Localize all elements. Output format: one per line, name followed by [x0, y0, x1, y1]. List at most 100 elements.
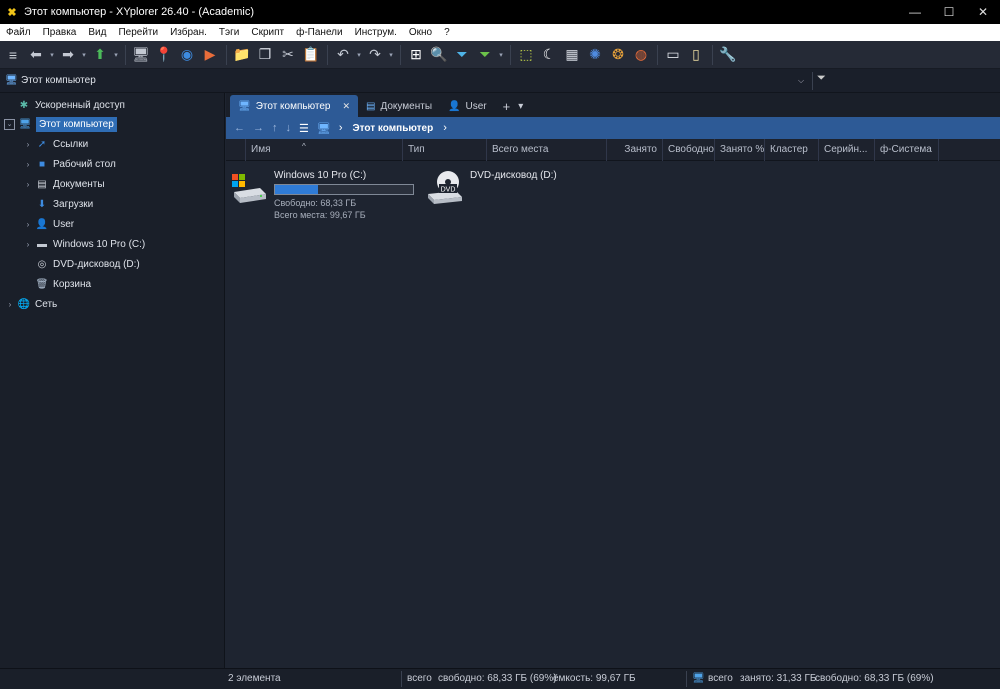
- forward-nav-icon[interactable]: →: [253, 122, 264, 134]
- up-arrow-icon[interactable]: ⬆: [89, 43, 111, 67]
- menu-item[interactable]: Инструм.: [349, 27, 403, 38]
- copy-icon[interactable]: ❐: [254, 43, 276, 67]
- find-icon[interactable]: ◉: [176, 43, 198, 67]
- back-nav-icon[interactable]: ←: [234, 122, 245, 134]
- column-header-cell[interactable]: ф-Система: [875, 139, 939, 161]
- menu-item[interactable]: Тэги: [213, 27, 245, 38]
- tab-label: Этот компьютер: [255, 100, 331, 112]
- address-text[interactable]: Этот компьютер: [21, 75, 798, 86]
- tree-item[interactable]: ⌄ 🖥 Этот компьютер: [4, 116, 117, 134]
- column-header-cell[interactable]: Всего места: [487, 139, 607, 161]
- tree-item[interactable]: › 👤 User: [22, 215, 74, 233]
- up-nav-icon[interactable]: ↑: [272, 122, 278, 134]
- tree-node-icon: 👤: [35, 218, 49, 230]
- menu-item[interactable]: Избран.: [164, 27, 213, 38]
- minimize-button[interactable]: —: [898, 0, 932, 24]
- column-header-cell[interactable]: [226, 139, 246, 161]
- location-pin-icon[interactable]: 📍: [153, 43, 175, 67]
- expander-icon[interactable]: ›: [22, 220, 34, 229]
- up-dropdown[interactable]: ▾: [112, 43, 120, 67]
- forward-dropdown[interactable]: ▾: [80, 43, 88, 67]
- tab[interactable]: 👤 User: [440, 95, 495, 117]
- drive-item-d[interactable]: DVD DVD-дисковод (D:): [426, 170, 557, 206]
- undo-dropdown[interactable]: ▾: [355, 43, 363, 67]
- cut-icon[interactable]: ✂: [277, 43, 299, 67]
- tools-icon[interactable]: 🔧: [717, 43, 739, 67]
- expander-icon[interactable]: ›: [22, 160, 34, 169]
- maximize-button[interactable]: ☐: [932, 0, 966, 24]
- expander-icon[interactable]: ›: [22, 180, 34, 189]
- menu-item[interactable]: ?: [438, 27, 456, 38]
- monitor-icon[interactable]: 🖥: [130, 43, 152, 67]
- menu-item[interactable]: Файл: [0, 27, 37, 38]
- address-bar[interactable]: 🖥 Этот компьютер ⌵ ⏷: [0, 69, 1000, 93]
- column-header-cell[interactable]: Занято %: [715, 139, 765, 161]
- calculator-icon[interactable]: ▦: [561, 43, 583, 67]
- preview-pane-icon[interactable]: ▯: [685, 43, 707, 67]
- tree-item[interactable]: ✱ Ускоренный доступ: [4, 96, 125, 114]
- menu-item[interactable]: Перейти: [112, 27, 164, 38]
- forward-arrow-icon[interactable]: ➡: [57, 43, 79, 67]
- menu-item[interactable]: Окно: [403, 27, 438, 38]
- tab[interactable]: ▤ Документы: [358, 95, 440, 117]
- breadcrumb-separator-icon[interactable]: ›: [443, 122, 447, 134]
- status-free: свободно: 68,33 ГБ (69%): [438, 673, 557, 684]
- tree-item[interactable]: › ➚ Ссылки: [22, 136, 89, 154]
- tree-item[interactable]: ◎ DVD-дисковод (D:): [22, 255, 140, 273]
- menu-item[interactable]: ф-Панели: [290, 27, 348, 38]
- tree-node-icon: 🌐: [17, 298, 31, 310]
- back-arrow-icon[interactable]: ⬅: [25, 43, 47, 67]
- expander-icon[interactable]: ›: [22, 240, 34, 249]
- tree-item[interactable]: › ▤ Документы: [22, 176, 105, 194]
- menu-icon[interactable]: ≡: [2, 43, 24, 67]
- expander-icon[interactable]: ›: [22, 140, 34, 149]
- close-button[interactable]: ✕: [966, 0, 1000, 24]
- filter-dropdown[interactable]: ▾: [497, 43, 505, 67]
- filter-icon[interactable]: ⏷: [812, 71, 996, 90]
- drive-item-c[interactable]: Windows 10 Pro (C:) Свободно: 68,33 ГБ В…: [230, 170, 414, 221]
- tab-menu-button[interactable]: ▾: [518, 95, 531, 117]
- tree-item[interactable]: ⬇ Загрузки: [22, 196, 93, 214]
- column-header-cell[interactable]: Имя: [246, 139, 403, 161]
- down-nav-icon[interactable]: ↓: [286, 122, 292, 134]
- breadcrumb-separator-icon[interactable]: ›: [339, 122, 343, 134]
- color-filter-icon[interactable]: ❂: [607, 43, 629, 67]
- tree-item[interactable]: › ▬ Windows 10 Pro (C:): [22, 235, 146, 253]
- filter-icon[interactable]: ⏷: [451, 43, 473, 67]
- layout-grid-icon[interactable]: ⊞: [405, 43, 427, 67]
- search-icon[interactable]: 🔍: [428, 43, 450, 67]
- list-icon[interactable]: ☰: [299, 122, 309, 135]
- breadcrumb-location[interactable]: Этот компьютер: [353, 123, 434, 134]
- catalog-icon[interactable]: ✺: [584, 43, 606, 67]
- column-header-cell[interactable]: Серийн...: [819, 139, 875, 161]
- tree-item[interactable]: › 🌐 Сеть: [4, 295, 58, 313]
- column-header: Имя ^ Тип Всего места Занято Свободно Занято %…: [226, 139, 1000, 161]
- ball-icon[interactable]: ◍: [630, 43, 652, 67]
- column-header-cell[interactable]: Тип: [403, 139, 487, 161]
- tree-toggle-icon[interactable]: ⬚: [515, 43, 537, 67]
- redo-icon[interactable]: ↷: [364, 43, 386, 67]
- menu-item[interactable]: Скрипт: [245, 27, 290, 38]
- column-header-cell[interactable]: Свободно: [663, 139, 715, 161]
- column-header-cell[interactable]: Кластер: [765, 139, 819, 161]
- expander-icon[interactable]: ›: [4, 300, 16, 309]
- tree-item[interactable]: 🗑 Корзина: [22, 275, 91, 293]
- address-dropdown-button[interactable]: ⌵: [798, 76, 812, 86]
- redo-dropdown[interactable]: ▾: [387, 43, 395, 67]
- expander-icon[interactable]: ⌄: [4, 119, 15, 131]
- tab[interactable]: 🖥 Этот компьютер ✕: [230, 95, 359, 117]
- tree-item[interactable]: › ■ Рабочий стол: [22, 156, 116, 174]
- back-dropdown[interactable]: ▾: [48, 43, 56, 67]
- undo-icon[interactable]: ↶: [332, 43, 354, 67]
- tab-close-icon[interactable]: ✕: [342, 101, 350, 112]
- media-play-icon[interactable]: ▶: [199, 43, 221, 67]
- filter-green-icon[interactable]: ⏷: [474, 43, 496, 67]
- column-header-cell[interactable]: Занято: [607, 139, 663, 161]
- new-folder-icon[interactable]: 📁: [231, 43, 253, 67]
- dark-mode-icon[interactable]: ☾: [538, 43, 560, 67]
- paste-icon[interactable]: 📋: [300, 43, 322, 67]
- menu-item[interactable]: Правка: [37, 27, 83, 38]
- dual-pane-icon[interactable]: ▭: [662, 43, 684, 67]
- menu-item[interactable]: Вид: [82, 27, 112, 38]
- new-tab-button[interactable]: +: [495, 95, 519, 117]
